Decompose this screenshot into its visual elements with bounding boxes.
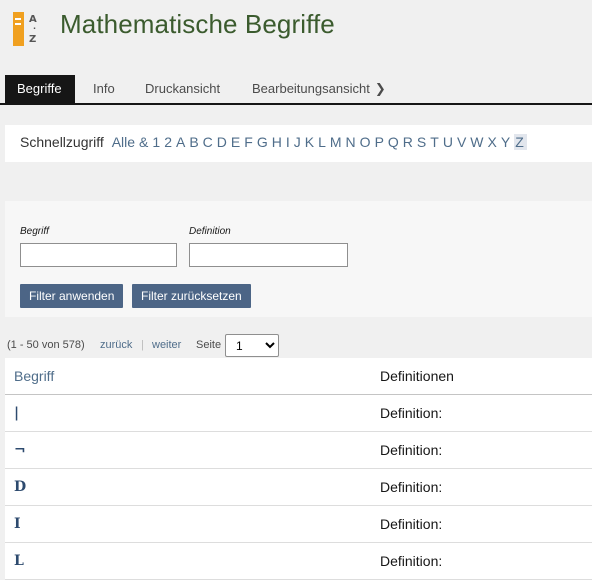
table-row: ¬ Definition: [5,432,592,469]
quick-access-link[interactable]: F [244,134,253,150]
table-row: D Definition: [5,469,592,506]
quick-access-link[interactable]: L [318,134,326,150]
quick-access-link[interactable]: 1 [152,134,160,150]
quick-access-bar: Schnellzugriff Alle & 1 2 A B C D E F G H I J K L M N O P Q R… [5,125,592,162]
quick-access-link[interactable]: X [488,134,497,150]
definition-filter-label: Definition [189,226,231,237]
apply-filter-button[interactable]: Filter anwenden [20,284,124,308]
filter-panel: Begriff Definition Filter anwenden Filte… [5,201,592,317]
definition-cell: Definition: [380,479,443,495]
term-link[interactable]: | [14,405,19,421]
table-row: I Definition: [5,506,592,543]
definition-cell: Definition: [380,553,443,569]
reset-filter-button[interactable]: Filter zurücksetzen [132,284,251,308]
quick-access-link[interactable]: Alle [112,134,135,150]
term-link[interactable]: D [14,479,26,495]
table-row: L Definition: [5,543,592,580]
quick-access-link[interactable]: C [203,134,213,150]
tab-info[interactable]: Info [81,75,127,103]
page-title: Mathematische Begriffe [60,9,335,39]
svg-text:·: · [33,24,36,33]
quick-access-link[interactable]: W [470,134,483,150]
tab-begriffe[interactable]: Begriffe [5,75,75,103]
quick-access-link[interactable]: Z [514,134,527,150]
quick-access-link[interactable]: B [189,134,198,150]
quick-access-link[interactable]: & [139,134,148,150]
page-select[interactable]: 1 [225,334,279,357]
quick-access-link[interactable]: V [457,134,466,150]
next-page-link[interactable]: weiter [152,339,181,351]
column-header-definitionen: Definitionen [380,368,454,384]
term-link[interactable]: ¬ [14,442,26,458]
chevron-right-icon: ❯ [374,81,386,96]
prev-page-link[interactable]: zurück [100,339,132,351]
quick-access-link[interactable]: O [360,134,371,150]
quick-access-link[interactable]: M [330,134,342,150]
table-row: | Definition: [5,395,592,432]
definition-cell: Definition: [380,516,443,532]
tab-bearbeitungsansicht-label: Bearbeitungsansicht [252,81,370,96]
quick-access-link[interactable]: E [231,134,240,150]
begriff-filter-label: Begriff [20,226,49,237]
quick-access-link[interactable]: G [257,134,268,150]
quick-access-link[interactable]: I [286,134,290,150]
glossary-table: Begriff Definitionen | Definition: ¬ Def… [5,358,592,580]
quick-access-link[interactable]: D [217,134,227,150]
quick-access-link[interactable]: K [305,134,314,150]
quick-access-link[interactable]: P [375,134,384,150]
quick-access-link[interactable]: R [403,134,413,150]
quick-access-link[interactable]: H [272,134,282,150]
glossary-az-icon: A · Z [13,12,37,46]
header: A · Z Mathematische Begriffe [0,0,592,60]
term-link[interactable]: I [14,516,21,532]
quick-access-link[interactable]: Y [501,134,510,150]
result-range: (1 - 50 von 578) [7,339,85,351]
pager-separator: | [141,339,144,351]
quick-access-link[interactable]: U [443,134,453,150]
logo-letter-z: Z [29,34,36,45]
column-header-begriff[interactable]: Begriff [14,368,54,384]
definition-cell: Definition: [380,442,443,458]
definition-cell: Definition: [380,405,443,421]
quick-access-link[interactable]: Q [388,134,399,150]
quick-access-link[interactable]: J [294,134,301,150]
quick-access-link[interactable]: S [417,134,426,150]
term-link[interactable]: L [14,553,24,569]
table-header-row: Begriff Definitionen [5,358,592,395]
tab-bar: Begriffe Info Druckansicht Bearbeitungsa… [0,75,592,105]
quick-access-label: Schnellzugriff [20,134,104,150]
quick-access-link[interactable]: A [176,134,185,150]
tab-druckansicht[interactable]: Druckansicht [133,75,232,103]
begriff-filter-input[interactable] [20,243,177,267]
quick-access-link[interactable]: N [346,134,356,150]
page-label: Seite [196,339,222,351]
tab-bearbeitungsansicht[interactable]: Bearbeitungsansicht ❯ [240,75,398,103]
quick-access-link[interactable]: T [430,134,439,150]
quick-access-link[interactable]: 2 [164,134,172,150]
definition-filter-input[interactable] [189,243,348,267]
